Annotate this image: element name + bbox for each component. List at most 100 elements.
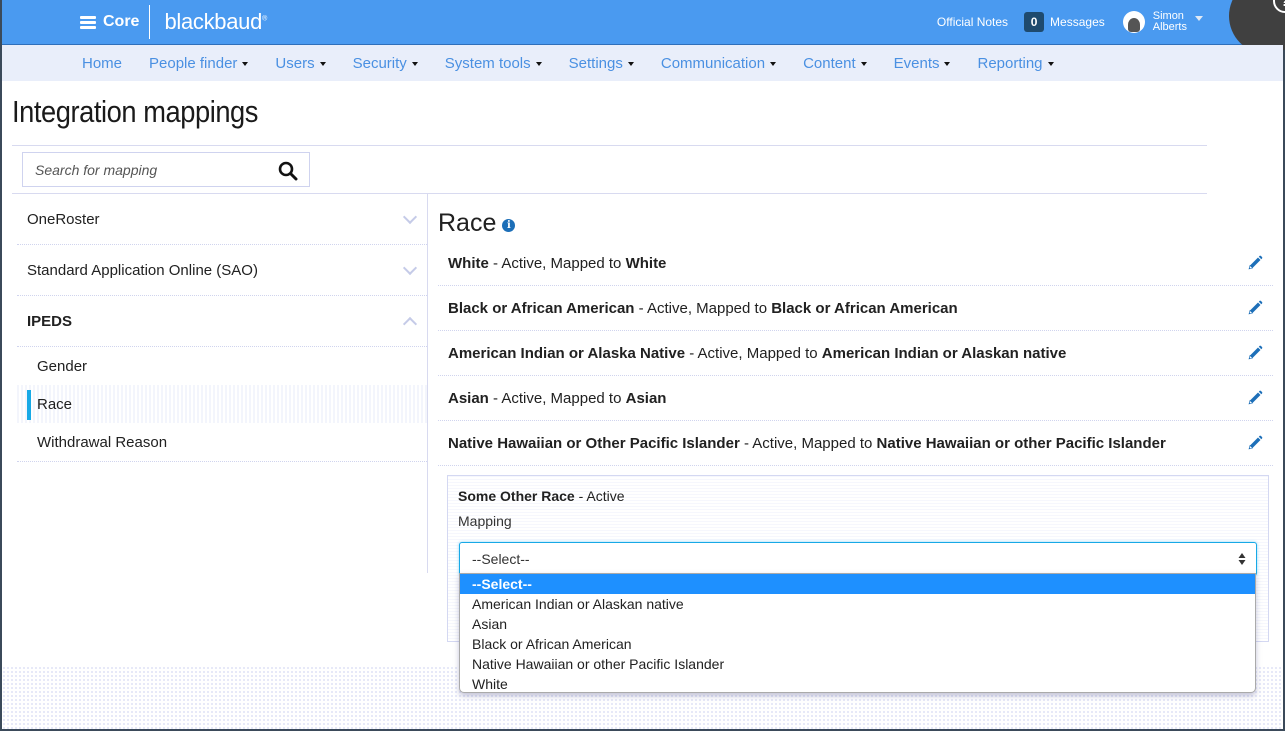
nav-item-label: Security <box>352 54 407 72</box>
nav-item-label: Settings <box>568 54 623 72</box>
brand-name: blackbaud <box>164 9 263 34</box>
nav-item-content[interactable]: Content <box>803 55 867 72</box>
dropdown-option[interactable]: Native Hawaiian or other Pacific Islande… <box>460 654 1255 674</box>
caret-down-icon <box>242 62 249 66</box>
chevron-down-icon <box>1195 15 1203 21</box>
nav-item-label: Reporting <box>977 54 1043 72</box>
top-right-tools: Official Notes 0 Messages Simon Alberts <box>937 0 1203 44</box>
sidebar-divider <box>427 193 428 573</box>
caret-down-icon <box>627 62 634 66</box>
blackbaud-logo: blackbaud® <box>164 9 267 34</box>
messages-link[interactable]: 0 Messages <box>1024 12 1105 32</box>
dropdown-option[interactable]: American Indian or Alaskan native <box>460 594 1255 614</box>
dropdown-option[interactable]: White <box>460 674 1255 694</box>
sidebar-group-label: OneRoster <box>27 210 100 228</box>
brand-divider <box>149 5 151 39</box>
nav-item-events[interactable]: Events <box>894 55 951 72</box>
nav-item-label: Content <box>803 54 856 72</box>
sidebar-group-sao[interactable]: Standard Application Online (SAO) <box>17 245 427 296</box>
pencil-icon[interactable] <box>1247 300 1263 316</box>
sidebar-group-ipeds[interactable]: IPEDS <box>17 296 427 347</box>
messages-label: Messages <box>1050 15 1105 29</box>
nav-item-home[interactable]: Home <box>82 55 122 72</box>
nav-item-settings[interactable]: Settings <box>569 55 634 72</box>
page-title: Integration mappings <box>12 94 258 129</box>
mapping-row: Native Hawaiian or Other Pacific Islande… <box>438 421 1273 466</box>
mapping-target: Black or African American <box>771 299 958 317</box>
user-menu[interactable]: Simon Alberts <box>1122 11 1203 33</box>
mapping-status: - Active, Mapped to <box>634 299 772 317</box>
dropdown-option[interactable]: Black or African American <box>460 634 1255 654</box>
section-title-text: Race <box>438 208 497 237</box>
top-bar: Core blackbaud® Official Notes 0 Message… <box>2 0 1285 54</box>
pencil-icon[interactable] <box>1247 435 1263 451</box>
mapping-target: Asian <box>625 389 667 407</box>
nav-item-reporting[interactable]: Reporting <box>977 54 1054 72</box>
mapping-source: White <box>448 254 489 272</box>
nav-items: Home People finder Users Security System too… <box>82 45 1081 81</box>
chevron-down-icon <box>402 209 418 225</box>
sidebar-item-race[interactable]: Race <box>17 385 427 423</box>
mapping-select[interactable]: --Select-- <box>459 542 1257 576</box>
mapping-dropdown-list: --Select-- American Indian or Alaskan nat… <box>459 573 1256 693</box>
pencil-icon[interactable] <box>1247 390 1263 406</box>
edit-item-name: Some Other Race <box>458 488 575 504</box>
pencil-icon[interactable] <box>1247 255 1263 271</box>
official-notes-link[interactable]: Official Notes <box>937 15 1008 29</box>
caret-down-icon <box>411 62 418 66</box>
mapping-source: American Indian or Alaska Native <box>448 344 686 362</box>
mapping-target: White <box>625 254 667 272</box>
section-title: Race i <box>438 205 1273 241</box>
sidebar: OneRoster Standard Application Online (S… <box>17 194 427 462</box>
sidebar-group-label: Standard Application Online (SAO) <box>27 261 258 279</box>
nav-item-people-finder[interactable]: People finder <box>149 54 249 72</box>
pencil-icon[interactable] <box>1247 345 1263 361</box>
mapping-status: - Active, Mapped to <box>488 254 626 272</box>
mapping-row: American Indian or Alaska Native - Activ… <box>438 331 1273 376</box>
user-last-name: Alberts <box>1152 21 1187 33</box>
nav-item-security[interactable]: Security <box>353 55 418 72</box>
avatar <box>1122 11 1145 33</box>
messages-count-badge: 0 <box>1024 12 1045 32</box>
sidebar-group-label: IPEDS <box>27 312 73 330</box>
chevron-up-icon <box>402 316 418 332</box>
mapping-list: White - Active, Mapped to White Black or … <box>438 241 1273 466</box>
dropdown-option[interactable]: --Select-- <box>460 574 1255 594</box>
mapping-text: Asian - Active, Mapped to Asian <box>448 390 666 407</box>
search-icon[interactable] <box>278 161 298 181</box>
search-box <box>22 152 310 187</box>
nav-item-communication[interactable]: Communication <box>661 55 777 72</box>
menu-icon[interactable] <box>80 15 96 29</box>
search-input[interactable] <box>35 161 265 178</box>
nav-item-label: System tools <box>444 54 531 72</box>
brand: Core blackbaud® <box>80 0 267 44</box>
caret-down-icon <box>944 62 951 66</box>
mapping-status: - Active, Mapped to <box>488 389 626 407</box>
mapping-label: Mapping <box>458 513 512 529</box>
mapping-status: - Active, Mapped to <box>685 344 822 362</box>
nav-item-users[interactable]: Users <box>275 55 326 72</box>
sidebar-item-label: Gender <box>37 357 88 375</box>
mapping-source: Native Hawaiian or Other Pacific Islande… <box>448 434 740 452</box>
nav-item-system-tools[interactable]: System tools <box>445 55 542 72</box>
nav-item-label: Events <box>893 54 940 72</box>
mapping-target: Native Hawaiian or other Pacific Islande… <box>876 434 1166 452</box>
mapping-select-value: --Select-- <box>472 551 530 567</box>
nav-item-label: People finder <box>149 54 238 72</box>
mapping-target: American Indian or Alaskan native <box>821 344 1067 362</box>
edit-card-heading: Some Other Race - Active <box>458 488 1258 504</box>
mapping-text: American Indian or Alaska Native - Activ… <box>448 345 1066 362</box>
sidebar-item-withdrawal-reason[interactable]: Withdrawal Reason <box>17 423 427 461</box>
caret-down-icon <box>770 62 777 66</box>
edit-item-status: - Active <box>574 488 625 504</box>
dropdown-option[interactable]: Asian <box>460 614 1255 634</box>
mapping-row: White - Active, Mapped to White <box>438 241 1273 286</box>
user-name: Simon Alberts <box>1153 11 1187 33</box>
info-icon[interactable]: i <box>502 218 516 232</box>
chevron-down-icon <box>402 260 418 276</box>
help-icon[interactable]: ? <box>1273 0 1285 13</box>
sidebar-item-gender[interactable]: Gender <box>17 347 427 385</box>
app-name[interactable]: Core <box>103 13 139 31</box>
caret-down-icon <box>1047 62 1054 66</box>
sidebar-group-oneroster[interactable]: OneRoster <box>17 194 427 245</box>
